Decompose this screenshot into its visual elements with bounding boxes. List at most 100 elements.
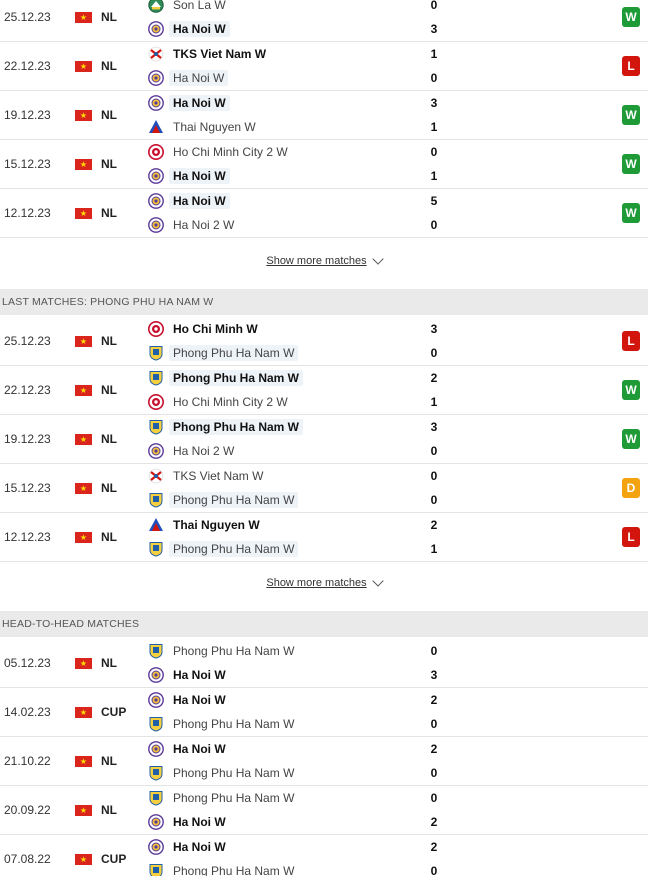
away-team-name: Ha Noi W (169, 168, 230, 184)
section-title: LAST MATCHES: PHONG PHU HA NAM W (2, 296, 214, 308)
away-score: 0 (430, 444, 438, 458)
away-team-name: Ha Noi 2 W (173, 218, 235, 232)
chevron-down-icon (371, 253, 384, 265)
away-team-name: Ha Noi 2 W (173, 444, 235, 458)
match-date: 19.12.23 (4, 108, 51, 122)
home-score: 5 (430, 194, 438, 208)
match-row[interactable]: 21.10.22 ★ NL Ha Noi W Phong Phu Ha Nam W 2 0 (0, 737, 648, 786)
away-team-name: Phong Phu Ha Nam W (173, 864, 295, 876)
competition-label: NL (101, 530, 117, 544)
match-row[interactable]: 15.12.23 ★ NL TKS Viet Nam W Phong Phu Ha Na… (0, 464, 648, 513)
home-team-name: Ho Chi Minh City 2 W (173, 145, 288, 159)
competition-label: NL (101, 383, 117, 397)
result-badge: W (622, 380, 640, 400)
home-score: 0 (430, 0, 438, 12)
home-score: 2 (430, 742, 438, 756)
match-list: 25.12.23 ★ NL Son La W Ha Noi W 0 3 W 22.12.23 ★ N… (0, 0, 648, 238)
vietnam-flag-icon: ★ (75, 385, 92, 396)
home-team-name: Phong Phu Ha Nam W (173, 644, 295, 658)
away-team-name: Phong Phu Ha Nam W (173, 717, 295, 731)
vietnam-flag-icon: ★ (75, 110, 92, 121)
competition-label: NL (101, 754, 117, 768)
show-more-button[interactable]: Show more matches (0, 246, 648, 276)
match-list: 25.12.23 ★ NL Ho Chi Minh W Phong Phu Ha Nam… (0, 317, 648, 562)
match-row[interactable]: 07.08.22 ★ CUP Ha Noi W Phong Phu Ha Nam W 2 0 (0, 835, 648, 876)
vietnam-flag-icon: ★ (75, 434, 92, 445)
away-score: 1 (430, 169, 438, 183)
away-team-name: Ha Noi W (173, 815, 226, 829)
away-team: Ha Noi W (148, 665, 230, 685)
show-more-label: Show more matches (266, 577, 367, 589)
home-team-name: TKS Viet Nam W (173, 469, 264, 483)
vietnam-flag-icon: ★ (75, 12, 92, 23)
phongphu-crest-icon (148, 643, 164, 659)
home-team: Phong Phu Ha Nam W (148, 417, 303, 437)
match-row[interactable]: 14.02.23 ★ CUP Ha Noi W Phong Phu Ha Nam W 2 0 (0, 688, 648, 737)
home-team-name: Thai Nguyen W (173, 518, 260, 532)
home-score: 2 (430, 518, 438, 532)
match-row[interactable]: 19.12.23 ★ NL Ha Noi W Thai Nguyen W 3 1 W (0, 91, 648, 140)
result-badge: W (622, 203, 640, 223)
thainguyen-crest-icon (148, 119, 164, 135)
competition-label: NL (101, 59, 117, 73)
away-score: 1 (430, 395, 438, 409)
phongphu-crest-icon (148, 492, 164, 508)
competition-label: CUP (101, 705, 127, 719)
match-date: 19.12.23 (4, 432, 51, 446)
result-badge: W (622, 429, 640, 449)
hanoi-crest-icon (148, 95, 164, 111)
vietnam-flag-icon: ★ (75, 483, 92, 494)
away-score: 0 (430, 218, 438, 232)
vietnam-flag-icon: ★ (75, 756, 92, 767)
competition-label: NL (101, 803, 117, 817)
vietnam-flag-icon: ★ (75, 61, 92, 72)
home-team-name: Phong Phu Ha Nam W (169, 419, 303, 435)
match-row[interactable]: 22.12.23 ★ NL Phong Phu Ha Nam W Ho Chi Minh… (0, 366, 648, 415)
away-score: 0 (430, 71, 438, 85)
result-badge: W (622, 105, 640, 125)
home-score: 2 (430, 371, 438, 385)
home-team: Ha Noi W (148, 690, 230, 710)
home-score: 2 (430, 840, 438, 854)
away-team: Phong Phu Ha Nam W (148, 714, 298, 734)
away-score: 1 (430, 542, 438, 556)
match-row[interactable]: 19.12.23 ★ NL Phong Phu Ha Nam W Ha Noi 2 W 3… (0, 415, 648, 464)
home-team-name: Phong Phu Ha Nam W (169, 370, 303, 386)
match-row[interactable]: 12.12.23 ★ NL Thai Nguyen W Phong Phu Ha Nam… (0, 513, 648, 562)
home-team: Ha Noi W (148, 93, 230, 113)
match-row[interactable]: 20.09.22 ★ NL Phong Phu Ha Nam W Ha Noi W 0 2 (0, 786, 648, 835)
competition-label: NL (101, 481, 117, 495)
match-row[interactable]: 25.12.23 ★ NL Son La W Ha Noi W 0 3 W (0, 0, 648, 42)
home-team: Son La W (148, 0, 230, 15)
tks-crest-icon (148, 468, 164, 484)
away-team-name: Ha Noi W (169, 21, 230, 37)
away-score: 0 (430, 717, 438, 731)
away-team: Phong Phu Ha Nam W (148, 763, 298, 783)
home-score: 0 (430, 791, 438, 805)
result-badge: L (622, 56, 640, 76)
match-row[interactable]: 15.12.23 ★ NL Ho Chi Minh City 2 W Ha Noi W 0… (0, 140, 648, 189)
show-more-button[interactable]: Show more matches (0, 568, 648, 598)
section-header: LAST MATCHES: PHONG PHU HA NAM W (0, 289, 648, 315)
match-row[interactable]: 12.12.23 ★ NL Ha Noi W Ha Noi 2 W 5 0 W (0, 189, 648, 238)
away-score: 1 (430, 120, 438, 134)
match-row[interactable]: 22.12.23 ★ NL TKS Viet Nam W Ha Noi W 1 0 L (0, 42, 648, 91)
home-team-name: Ho Chi Minh W (173, 322, 258, 336)
match-history-page: 25.12.23 ★ NL Son La W Ha Noi W 0 3 W 22.12.23 ★ N… (0, 0, 648, 876)
hanoi-crest-icon (148, 692, 164, 708)
phongphu-crest-icon (148, 765, 164, 781)
hanoi-crest-icon (148, 839, 164, 855)
result-badge: L (622, 331, 640, 351)
away-team: Thai Nguyen W (148, 117, 260, 137)
away-team: Phong Phu Ha Nam W (148, 490, 299, 510)
phongphu-crest-icon (148, 541, 164, 557)
competition-label: NL (101, 157, 117, 171)
chevron-down-icon (371, 575, 384, 587)
competition-label: NL (101, 432, 117, 446)
home-team: Phong Phu Ha Nam W (148, 788, 298, 808)
home-team: TKS Viet Nam W (148, 466, 267, 486)
vietnam-flag-icon: ★ (75, 208, 92, 219)
match-row[interactable]: 25.12.23 ★ NL Ho Chi Minh W Phong Phu Ha Nam… (0, 317, 648, 366)
competition-label: CUP (101, 852, 127, 866)
match-row[interactable]: 05.12.23 ★ NL Phong Phu Ha Nam W Ha Noi W 0 3 (0, 639, 648, 688)
